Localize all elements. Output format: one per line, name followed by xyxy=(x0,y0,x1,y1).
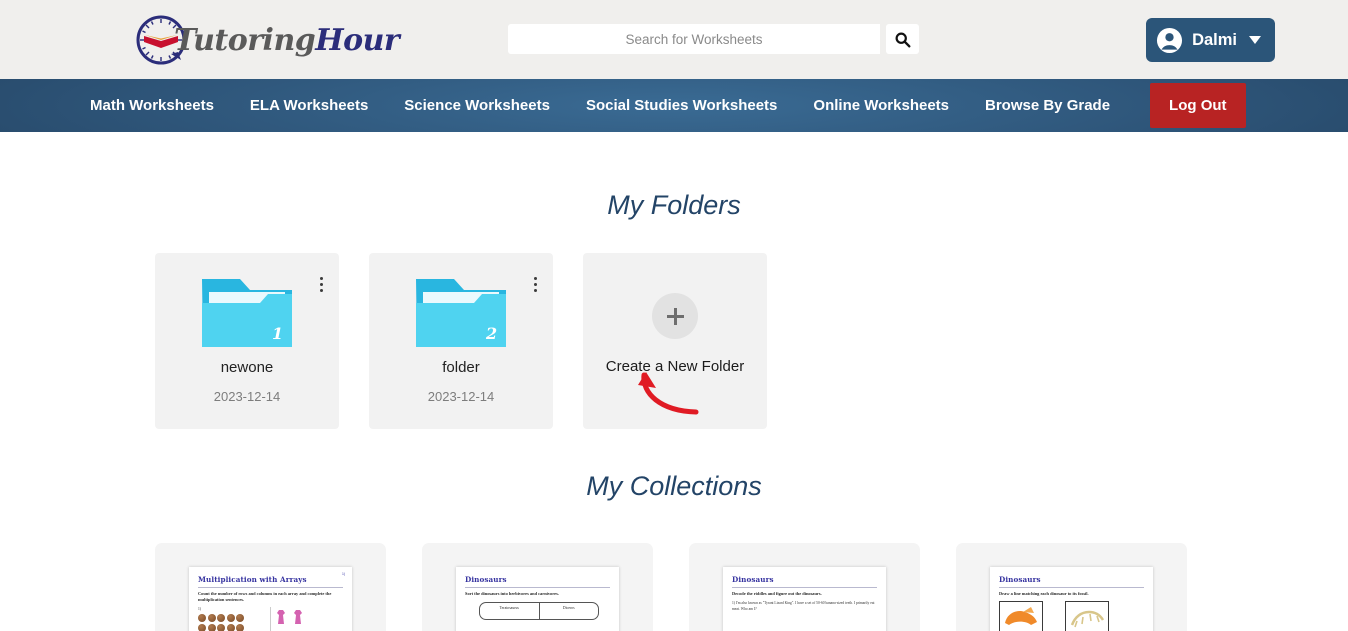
worksheet-table: Teratosaurus Diceros xyxy=(479,602,599,621)
search-bar xyxy=(508,24,919,54)
worksheet-divider xyxy=(732,586,877,588)
table-cell xyxy=(540,612,599,619)
collection-card-dinosaurs-sort[interactable]: Dinosaurs Sort the dinosaurs into herbiv… xyxy=(422,543,653,631)
worksheet-images xyxy=(999,601,1144,631)
dress-icon xyxy=(276,609,285,624)
red-curved-arrow-icon xyxy=(638,372,699,415)
worksheet-divider xyxy=(198,586,343,588)
fossil-skeleton-icon xyxy=(1070,611,1105,628)
worksheet-thumbnail: 1) Multiplication with Arrays Count the … xyxy=(189,567,352,631)
folder-count-1: 1 xyxy=(272,324,283,343)
folder-icon: 1 xyxy=(202,279,292,347)
worksheet-question: 1) I'm also known as "Tyrant Lizard King… xyxy=(732,601,875,611)
kebab-dot xyxy=(320,277,323,280)
table-row xyxy=(480,612,599,620)
worksheet-question-2 xyxy=(271,607,344,631)
search-input[interactable] xyxy=(508,24,880,54)
worksheet-instruction: Decode the riddles and figure out the di… xyxy=(732,590,822,596)
collection-card-multiplication-with-arrays[interactable]: 1) Multiplication with Arrays Count the … xyxy=(155,543,386,631)
folder-date-label: 2023-12-14 xyxy=(213,389,281,404)
kebab-dot xyxy=(534,277,537,280)
collection-card-dinosaurs-riddles[interactable]: Dinosaurs Decode the riddles and figure … xyxy=(689,543,920,631)
worksheet-instruction: Sort the dinosaurs into herbivores and c… xyxy=(465,590,559,596)
folder-card-folder[interactable]: 2 folder 2023-12-14 xyxy=(369,253,553,429)
folders-grid: 1 newone 2023-12-14 2 folder 2023-12-14 xyxy=(0,253,1348,429)
user-name-label: Dalmi xyxy=(1192,30,1237,49)
worksheet-title: Dinosaurs xyxy=(732,575,774,584)
table-col-header-2: Diceros xyxy=(562,605,575,610)
my-folders-heading: My Folders xyxy=(607,190,741,220)
array-dots xyxy=(198,614,250,631)
site-header: TutoringHour Dalmi xyxy=(0,0,1348,79)
plus-button[interactable] xyxy=(652,293,698,339)
worksheet-question-1: 1) xyxy=(198,606,271,631)
worksheet-body: 1) xyxy=(198,606,344,631)
worksheet-body: 1) I'm also known as "Tyrant Lizard King… xyxy=(732,601,877,612)
plus-icon xyxy=(666,307,684,325)
search-icon xyxy=(895,32,911,47)
site-logo[interactable]: TutoringHour xyxy=(134,12,400,68)
worksheet-title: Dinosaurs xyxy=(999,575,1041,584)
nav-item-ela-worksheets[interactable]: ELA Worksheets xyxy=(232,79,386,132)
kebab-menu-icon[interactable] xyxy=(532,275,539,294)
worksheet-thumbnail: Dinosaurs Decode the riddles and figure … xyxy=(723,567,886,631)
logo-text-hour: Hour xyxy=(315,22,400,58)
folder-card-newone[interactable]: 1 newone 2023-12-14 xyxy=(155,253,339,429)
kebab-dot xyxy=(534,283,537,286)
folder-count-2: 2 xyxy=(485,324,497,343)
worksheet-page-number: 1) xyxy=(341,572,345,576)
worksheet-instruction: Draw a line matching each dinosaur to it… xyxy=(999,590,1089,596)
main-content: My Folders 1 newone 2023-12-14 2 folder … xyxy=(0,132,1348,631)
folder-name-label: newone xyxy=(220,359,274,376)
nav-item-browse-by-grade[interactable]: Browse By Grade xyxy=(967,79,1128,132)
worksheet-thumbnail: Dinosaurs Draw a line matching each dino… xyxy=(990,567,1153,631)
folder-date-label: 2023-12-14 xyxy=(427,389,495,404)
kebab-dot xyxy=(534,289,537,292)
nav-item-social-studies-worksheets[interactable]: Social Studies Worksheets xyxy=(568,79,795,132)
fossil-image xyxy=(1065,601,1109,631)
dress-icon xyxy=(293,609,302,624)
folder-icon: 2 xyxy=(416,279,506,347)
table-col-header-1: Teratosaurus xyxy=(480,603,540,613)
collections-grid: 1) Multiplication with Arrays Count the … xyxy=(0,543,1348,631)
table-cell xyxy=(480,612,540,620)
folder-name-label: folder xyxy=(442,359,480,376)
question-number: 1) xyxy=(198,606,201,611)
kebab-dot xyxy=(320,283,323,286)
create-new-folder-card[interactable]: Create a New Folder xyxy=(583,253,767,429)
worksheet-divider xyxy=(465,586,610,588)
plus-bar-vertical xyxy=(673,307,677,325)
worksheet-title: Dinosaurs xyxy=(465,575,507,584)
dinosaur-image xyxy=(999,601,1043,631)
collection-card-dinosaurs-fossils[interactable]: Dinosaurs Draw a line matching each dino… xyxy=(956,543,1187,631)
user-menu-button[interactable]: Dalmi xyxy=(1146,18,1275,62)
worksheet-title: Multiplication with Arrays xyxy=(198,575,307,584)
nav-item-math-worksheets[interactable]: Math Worksheets xyxy=(90,79,232,132)
main-navigation: Math Worksheets ELA Worksheets Science W… xyxy=(0,79,1348,132)
nav-item-science-worksheets[interactable]: Science Worksheets xyxy=(386,79,568,132)
worksheet-thumbnail: Dinosaurs Sort the dinosaurs into herbiv… xyxy=(456,567,619,631)
logo-text-tutoring: Tutoring xyxy=(174,22,316,58)
chevron-down-icon xyxy=(1249,36,1261,44)
kebab-dot xyxy=(320,289,323,292)
table-header-row: Teratosaurus Diceros xyxy=(480,603,598,613)
user-circle-icon xyxy=(1157,27,1183,53)
nav-items: Math Worksheets ELA Worksheets Science W… xyxy=(90,79,1246,132)
worksheet-instruction: Count the number of rows and columns in … xyxy=(198,590,332,603)
triceratops-icon xyxy=(1005,607,1037,626)
my-collections-heading: My Collections xyxy=(586,471,762,501)
worksheet-divider xyxy=(999,586,1144,588)
kebab-menu-icon[interactable] xyxy=(318,275,325,294)
nav-item-online-worksheets[interactable]: Online Worksheets xyxy=(795,79,967,132)
logout-button[interactable]: Log Out xyxy=(1150,83,1246,128)
logo-wordmark: TutoringHour xyxy=(174,22,400,58)
search-button[interactable] xyxy=(886,24,919,54)
